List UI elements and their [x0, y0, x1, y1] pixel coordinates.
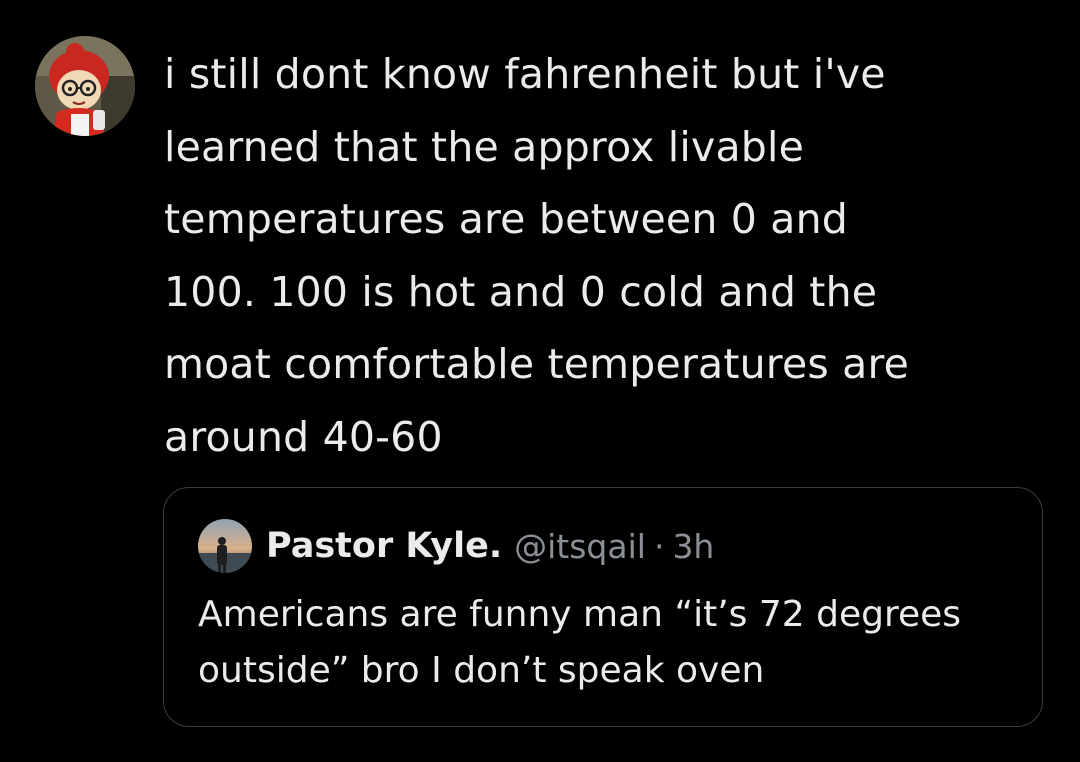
quoted-text-line: Americans are funny man “it’s 72 degrees — [198, 594, 962, 635]
quoted-tweet-card[interactable]: Pastor Kyle. @itsqail · 3h Americans are… — [163, 487, 1043, 727]
tweet: i still dont know fahrenheit but i've le… — [0, 0, 1080, 762]
quoted-tweet-header: Pastor Kyle. @itsqail · 3h — [198, 518, 714, 574]
tweet-text: i still dont know fahrenheit but i've le… — [164, 38, 1044, 473]
profile-avatar-photo-icon — [198, 519, 252, 573]
quoted-author-avatar[interactable] — [198, 519, 252, 573]
tweet-text-line: i still dont know fahrenheit but i've — [164, 50, 886, 98]
tweet-text-line: temperatures are between 0 and — [164, 195, 849, 243]
profile-avatar-cartoon-girl-icon — [35, 36, 135, 136]
quoted-text-line: outside” bro I don’t speak oven — [198, 650, 765, 691]
quoted-handle[interactable]: @itsqail — [514, 527, 646, 566]
tweet-text-line: around 40-60 — [164, 412, 443, 461]
quoted-display-name[interactable]: Pastor Kyle. — [266, 526, 502, 566]
author-avatar[interactable] — [35, 36, 135, 136]
tweet-text-line: 100. 100 is hot and 0 cold and the — [164, 267, 878, 316]
tweet-text-line: moat comfortable temperatures are — [164, 340, 910, 388]
quoted-tweet-text: Americans are funny man “it’s 72 degrees… — [198, 587, 1018, 699]
dot-separator: · — [653, 526, 665, 566]
quoted-timestamp[interactable]: 3h — [672, 527, 714, 566]
tweet-text-line: learned that the approx livable — [164, 122, 805, 171]
